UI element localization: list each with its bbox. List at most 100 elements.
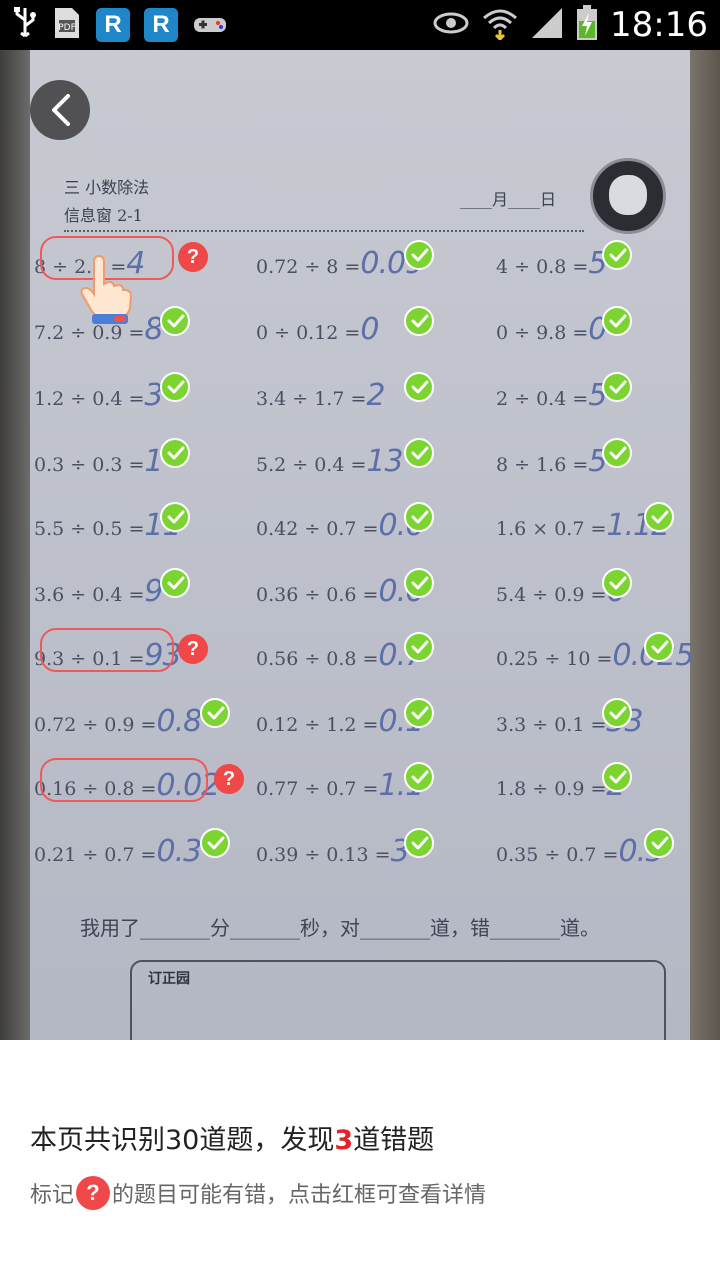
problem-item: 0 ÷ 9.8 =0: [496, 312, 607, 347]
problem-item: 0.35 ÷ 0.7 =0.5: [496, 834, 664, 869]
question-mark-icon[interactable]: ?: [178, 242, 208, 272]
check-icon: [404, 762, 434, 792]
problem-expression: 5.2 ÷ 0.4 =: [256, 454, 367, 476]
handwritten-answer: 0: [360, 312, 379, 347]
summary-suffix: 道错题: [353, 1125, 435, 1156]
check-icon: [160, 502, 190, 532]
clock: 18:16: [610, 5, 708, 45]
question-mark-icon: ?: [76, 1176, 111, 1210]
problem-expression: 0.21 ÷ 0.7 =: [34, 844, 157, 866]
status-bar: PDF R R 18:16: [0, 0, 720, 50]
problem-item: 4 ÷ 0.8 =5: [496, 246, 607, 281]
problem-expression: 4 ÷ 0.8 =: [496, 256, 589, 278]
problem-expression: 0 ÷ 9.8 =: [496, 322, 589, 344]
correction-box: [130, 960, 666, 1040]
check-icon: [160, 568, 190, 598]
problem-expression: 0.42 ÷ 0.7 =: [256, 518, 379, 540]
worksheet-title: 三 小数除法: [64, 178, 150, 197]
problem-item: 0.42 ÷ 0.7 =0.6: [256, 508, 424, 543]
r-app-icon: R: [96, 8, 130, 42]
check-icon: [404, 240, 434, 270]
handwritten-answer: 0.8: [156, 704, 202, 739]
problem-expression: 0.72 ÷ 0.9 =: [34, 714, 157, 736]
document-icon: PDF: [52, 6, 82, 44]
check-icon: [404, 568, 434, 598]
problem-expression: 0.77 ÷ 0.7 =: [256, 778, 379, 800]
check-icon: [644, 828, 674, 858]
problem-expression: 3.4 ÷ 1.7 =: [256, 388, 367, 410]
problem-item: 1.6 × 0.7 =1.12: [496, 508, 670, 543]
check-icon: [602, 762, 632, 792]
summary-text: 本页共识别30道题，发现3道错题: [30, 1118, 434, 1157]
hint-text: 标记 ? 的题目可能有错，点击红框可查看详情: [30, 1176, 486, 1210]
problem-expression: 0.39 ÷ 0.13 =: [256, 844, 391, 866]
problem-expression: 1.8 ÷ 0.9 =: [496, 778, 607, 800]
check-icon: [602, 698, 632, 728]
problem-item: 1.2 ÷ 0.4 =3: [34, 378, 164, 413]
problem-expression: 0.56 ÷ 0.8 =: [256, 648, 379, 670]
problem-expression: 1.2 ÷ 0.4 =: [34, 388, 145, 410]
hint-prefix: 标记: [30, 1183, 75, 1208]
question-mark-icon[interactable]: ?: [214, 764, 244, 794]
problem-item: 8 ÷ 1.6 =5: [496, 444, 607, 479]
problem-expression: 8 ÷ 1.6 =: [496, 454, 589, 476]
background-shadow: [690, 50, 720, 1040]
worksheet-photo: 三 小数除法 信息窗 2-1 ____月____日 8 ÷ 2.2 =4? 7.2…: [0, 50, 720, 1040]
check-icon: [602, 306, 632, 336]
problem-item: 3.4 ÷ 1.7 =2: [256, 378, 386, 413]
correction-label: 订正园: [148, 971, 190, 987]
error-highlight-box[interactable]: [40, 628, 174, 672]
eye-icon: [432, 9, 470, 41]
error-count: 3: [334, 1125, 354, 1156]
status-bar-right: 18:16: [432, 5, 708, 45]
problem-item: 5.5 ÷ 0.5 =11: [34, 508, 182, 543]
problem-item: 2 ÷ 0.4 =5: [496, 378, 607, 413]
svg-text:PDF: PDF: [58, 23, 76, 33]
handwritten-answer: 13: [366, 444, 403, 479]
problem-item: 0.72 ÷ 8 =0.09: [256, 246, 424, 281]
problem-expression: 3.3 ÷ 0.1 =: [496, 714, 607, 736]
check-icon: [602, 438, 632, 468]
problem-item: 0.39 ÷ 0.13 =3: [256, 834, 410, 869]
signal-icon: [530, 6, 564, 44]
check-icon: [644, 502, 674, 532]
battery-charging-icon: [576, 5, 598, 45]
summary-prefix: 本页共识别30道题，发现: [30, 1125, 335, 1156]
handwritten-answer: 2: [366, 378, 385, 413]
problem-expression: 5.5 ÷ 0.5 =: [34, 518, 145, 540]
status-bar-left: PDF R R: [12, 6, 228, 44]
game-controller-icon: [192, 8, 228, 42]
problem-item: 0.21 ÷ 0.7 =0.3: [34, 834, 202, 869]
back-button[interactable]: [30, 80, 90, 140]
check-icon: [602, 372, 632, 402]
wifi-icon: [482, 6, 518, 44]
problem-expression: 1.6 × 0.7 =: [496, 518, 607, 540]
check-icon: [200, 698, 230, 728]
background-shadow: [0, 50, 30, 1040]
check-icon: [160, 438, 190, 468]
problem-expression: 2 ÷ 0.4 =: [496, 388, 589, 410]
tiger-mascot-icon: [590, 158, 666, 234]
question-mark-icon[interactable]: ?: [178, 634, 208, 664]
check-icon: [404, 372, 434, 402]
problem-expression: 0.12 ÷ 1.2 =: [256, 714, 379, 736]
worksheet-footer: 我用了_______分_______秒，对_______道，错_______道。: [80, 916, 600, 940]
problem-expression: 0.3 ÷ 0.3 =: [34, 454, 145, 476]
problem-expression: 0 ÷ 0.12 =: [256, 322, 361, 344]
problem-item: 0 ÷ 0.12 =0: [256, 312, 379, 347]
check-icon: [602, 568, 632, 598]
worksheet-paper: 三 小数除法 信息窗 2-1 ____月____日 8 ÷ 2.2 =4? 7.2…: [30, 50, 694, 1040]
check-icon: [404, 828, 434, 858]
error-highlight-box[interactable]: [40, 758, 208, 802]
check-icon: [160, 372, 190, 402]
problem-item: 5.2 ÷ 0.4 =13: [256, 444, 404, 479]
check-icon: [602, 240, 632, 270]
problem-item: 0.56 ÷ 0.8 =0.7: [256, 638, 424, 673]
problem-expression: 3.6 ÷ 0.4 =: [34, 584, 145, 606]
problem-expression: 0.35 ÷ 0.7 =: [496, 844, 619, 866]
problem-item: 0.3 ÷ 0.3 =1: [34, 444, 164, 479]
check-icon: [200, 828, 230, 858]
usb-icon: [12, 6, 38, 44]
check-icon: [644, 632, 674, 662]
tap-hand-icon: [78, 254, 134, 326]
